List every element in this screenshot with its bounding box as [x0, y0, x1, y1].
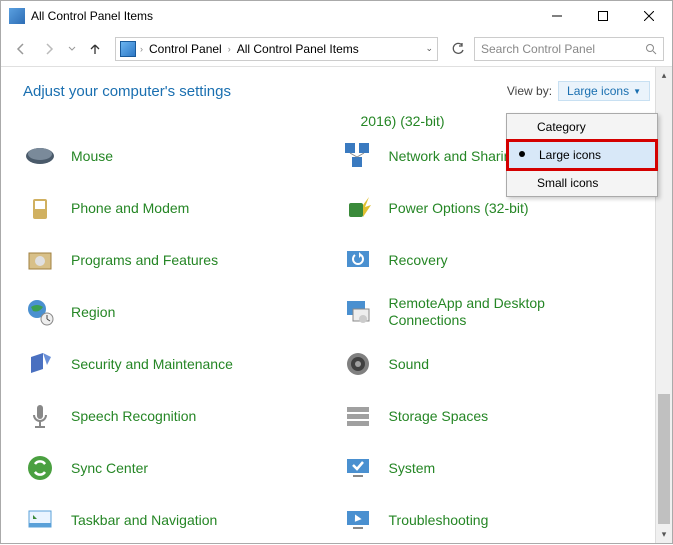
back-button[interactable]	[9, 37, 33, 61]
item-label: Security and Maintenance	[71, 356, 233, 373]
location-icon	[120, 41, 136, 57]
region-icon	[23, 295, 57, 329]
system-icon	[341, 451, 375, 485]
taskbar-icon	[23, 503, 57, 537]
close-button[interactable]	[626, 1, 672, 31]
view-by-value: Large icons	[567, 84, 629, 98]
address-bar[interactable]: › Control Panel › All Control Panel Item…	[115, 37, 438, 61]
recovery-icon	[341, 243, 375, 277]
search-icon	[645, 43, 657, 55]
minimize-button[interactable]	[534, 1, 580, 31]
recent-locations-button[interactable]	[65, 37, 79, 61]
close-icon	[644, 11, 654, 21]
maximize-button[interactable]	[580, 1, 626, 31]
item-taskbar-navigation[interactable]: Taskbar and Navigation	[23, 503, 333, 537]
refresh-button[interactable]	[446, 37, 470, 61]
minimize-icon	[552, 11, 562, 21]
search-box[interactable]: Search Control Panel	[474, 37, 664, 61]
item-remoteapp[interactable]: RemoteApp and Desktop Connections	[341, 295, 651, 329]
dropdown-item-small-icons[interactable]: Small icons	[507, 170, 657, 196]
speech-icon	[23, 399, 57, 433]
dropdown-label: Small icons	[537, 176, 598, 190]
item-label: Speech Recognition	[71, 408, 196, 425]
item-label: Recovery	[389, 252, 448, 269]
item-region[interactable]: Region	[23, 295, 333, 329]
dropdown-item-category[interactable]: Category	[507, 114, 657, 140]
chevron-down-icon	[68, 45, 76, 53]
item-speech-recognition[interactable]: Speech Recognition	[23, 399, 333, 433]
troubleshooting-icon	[341, 503, 375, 537]
breadcrumb-current[interactable]: All Control Panel Items	[235, 40, 361, 58]
up-button[interactable]	[83, 37, 107, 61]
item-label: Taskbar and Navigation	[71, 512, 217, 529]
scroll-down-button[interactable]: ▾	[656, 526, 672, 543]
sound-icon	[341, 347, 375, 381]
item-label: Sound	[389, 356, 429, 373]
view-by-selector[interactable]: Large icons ▼	[558, 81, 650, 101]
item-label: Storage Spaces	[389, 408, 489, 425]
forward-button[interactable]	[37, 37, 61, 61]
storage-icon	[341, 399, 375, 433]
titlebar: All Control Panel Items	[1, 1, 672, 31]
item-label: Region	[71, 304, 115, 321]
dropdown-item-large-icons[interactable]: Large icons	[509, 142, 655, 168]
heading-row: Adjust your computer's settings View by:…	[1, 67, 672, 109]
chevron-down-icon: ▼	[633, 87, 641, 96]
breadcrumb-separator: ›	[140, 44, 143, 54]
scroll-up-button[interactable]: ▴	[656, 67, 672, 84]
item-phone-modem[interactable]: Phone and Modem	[23, 191, 333, 225]
power-icon	[341, 191, 375, 225]
arrow-up-icon	[88, 42, 102, 56]
sync-icon	[23, 451, 57, 485]
mouse-icon	[23, 139, 57, 173]
item-label: Sync Center	[71, 460, 148, 477]
item-system[interactable]: System	[341, 451, 651, 485]
remoteapp-icon	[341, 295, 375, 329]
partial-item-left	[71, 113, 361, 129]
refresh-icon	[451, 42, 465, 56]
view-by-label: View by:	[507, 84, 552, 98]
navbar: › Control Panel › All Control Panel Item…	[1, 31, 672, 67]
control-panel-icon	[9, 8, 25, 24]
address-dropdown-icon[interactable]: ⌄	[425, 43, 433, 54]
item-label: System	[389, 460, 436, 477]
item-storage-spaces[interactable]: Storage Spaces	[341, 399, 651, 433]
item-recovery[interactable]: Recovery	[341, 243, 651, 277]
scroll-track[interactable]	[656, 84, 672, 526]
view-by-control: View by: Large icons ▼	[507, 81, 650, 101]
selected-bullet-icon	[519, 151, 525, 157]
network-icon	[341, 139, 375, 173]
item-label: Troubleshooting	[389, 512, 489, 529]
maximize-icon	[598, 11, 608, 21]
scroll-thumb[interactable]	[658, 394, 670, 524]
item-security-maintenance[interactable]: Security and Maintenance	[23, 347, 333, 381]
view-by-dropdown: Category Large icons Small icons	[506, 113, 658, 197]
item-label: RemoteApp and Desktop Connections	[389, 295, 589, 329]
arrow-right-icon	[42, 42, 56, 56]
arrow-left-icon	[14, 42, 28, 56]
item-label: Mouse	[71, 148, 113, 165]
item-troubleshooting[interactable]: Troubleshooting	[341, 503, 651, 537]
items-grid: Mouse Network and Sharing Center Phone a…	[23, 139, 650, 537]
phone-icon	[23, 191, 57, 225]
item-label: Programs and Features	[71, 252, 218, 269]
item-sync-center[interactable]: Sync Center	[23, 451, 333, 485]
dropdown-label: Category	[537, 120, 586, 134]
item-sound[interactable]: Sound	[341, 347, 651, 381]
dropdown-highlight: Large icons	[506, 139, 658, 171]
item-label: Power Options (32-bit)	[389, 200, 529, 217]
security-icon	[23, 347, 57, 381]
item-programs-features[interactable]: Programs and Features	[23, 243, 333, 277]
item-label: Phone and Modem	[71, 200, 189, 217]
breadcrumb-root[interactable]: Control Panel	[147, 40, 224, 58]
window-title: All Control Panel Items	[31, 9, 534, 23]
breadcrumb-separator: ›	[228, 44, 231, 54]
page-heading: Adjust your computer's settings	[23, 83, 231, 100]
programs-icon	[23, 243, 57, 277]
dropdown-label: Large icons	[539, 148, 601, 162]
item-mouse[interactable]: Mouse	[23, 139, 333, 173]
search-placeholder: Search Control Panel	[481, 42, 595, 56]
